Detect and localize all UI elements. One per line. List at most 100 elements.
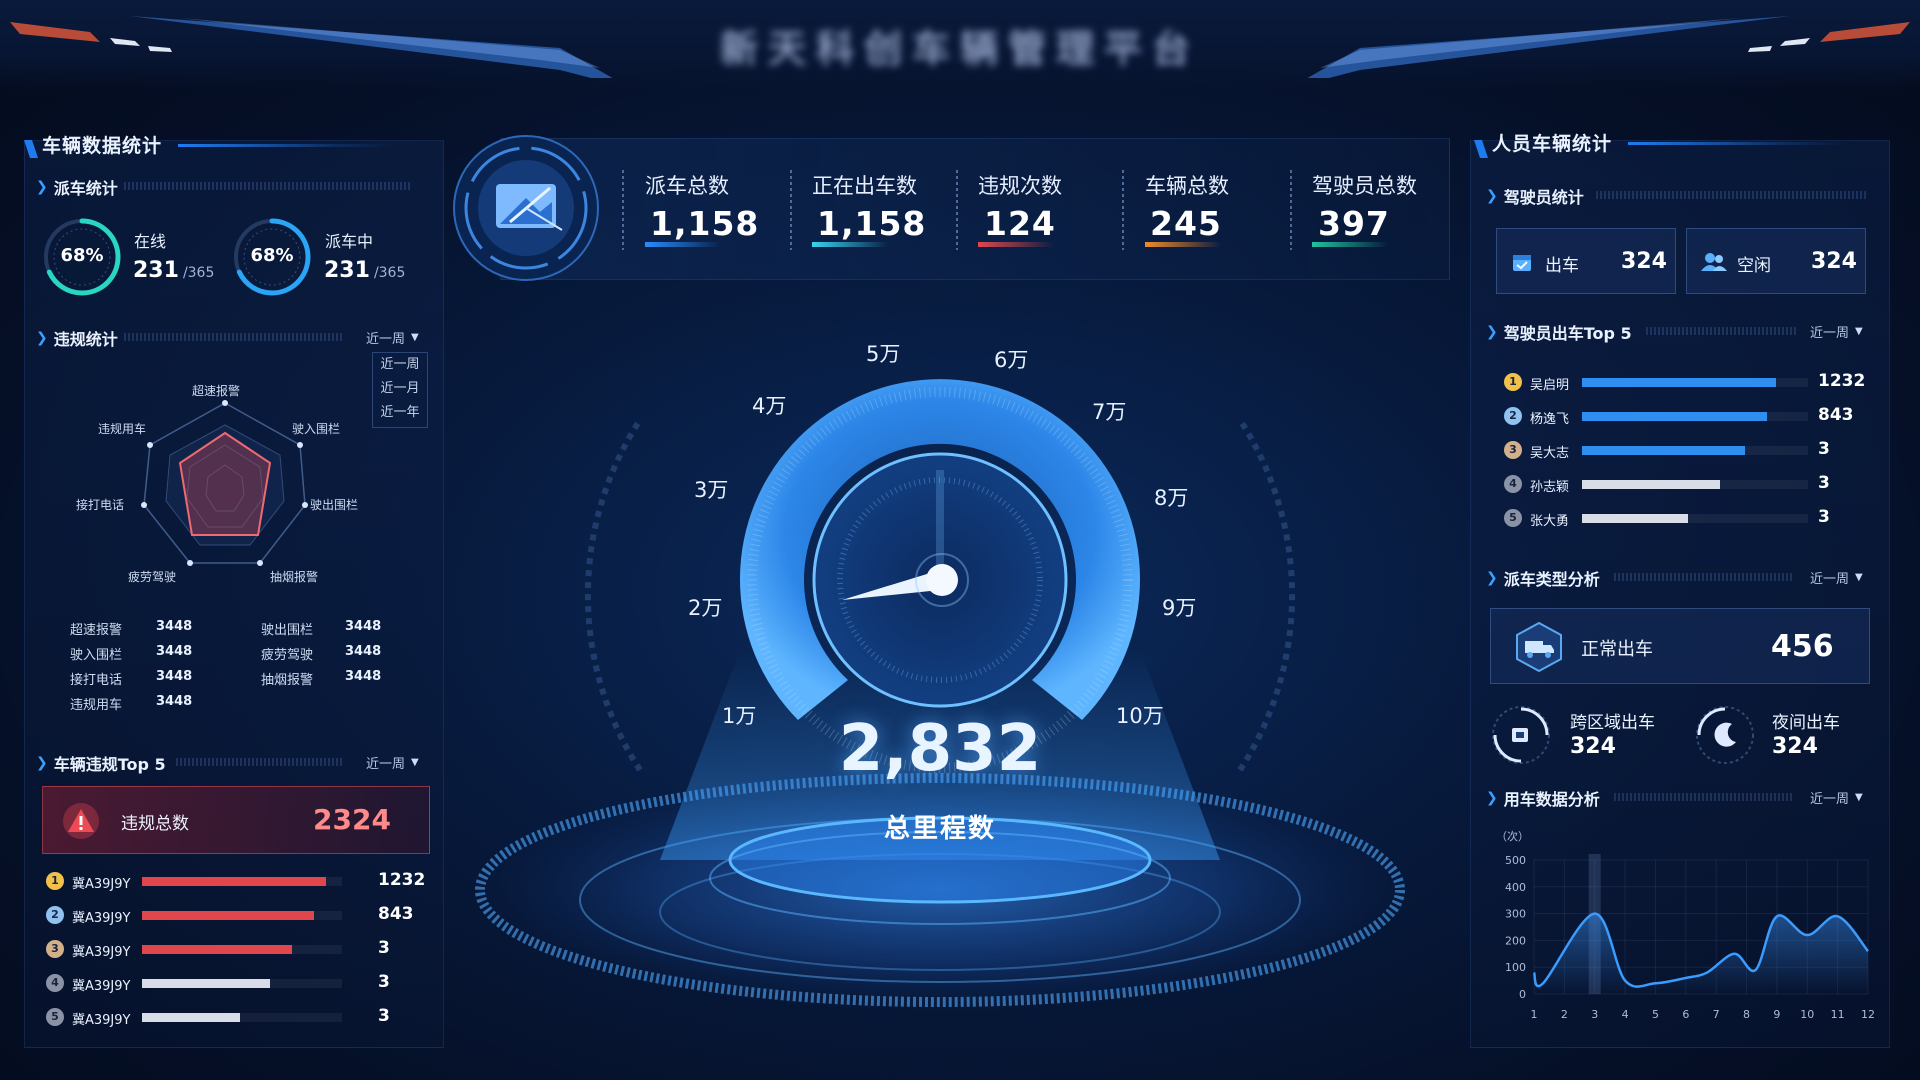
- stat-label: 车辆总数: [1145, 174, 1229, 198]
- stat-underline: [645, 242, 721, 247]
- mileage-gauge: [470, 379, 1410, 1010]
- radar-label-enter-fence: 驶入围栏: [292, 422, 341, 436]
- violation-range-menu: 近一周 近一月 近一年: [372, 352, 428, 428]
- chevron-right-icon: ❯: [1486, 324, 1498, 340]
- left-panel-title-marker: [24, 140, 38, 158]
- driver-top5-title: ❯ 驾驶员出车Top 5: [1486, 324, 1632, 343]
- bar-track: [1582, 378, 1808, 387]
- left-panel-title-line: [178, 144, 398, 147]
- bar-track: [142, 877, 342, 886]
- bar-fill: [142, 945, 292, 954]
- dispatch-stats-title: ❯ 派车统计: [36, 179, 118, 198]
- row-value: 3: [378, 972, 390, 992]
- violation-stats-title: ❯ 违规统计: [36, 330, 118, 349]
- violation-total-label: 违规总数: [121, 814, 189, 834]
- header: 新天科创车辆管理平台: [0, 0, 1920, 95]
- violation-stat-value: 3448: [345, 669, 382, 684]
- bar-track: [142, 945, 342, 954]
- calendar-check-icon: [1513, 255, 1531, 271]
- row-value: 3: [378, 1006, 390, 1026]
- users-icon: [1701, 253, 1727, 271]
- driver-stats-divider: [1596, 191, 1868, 199]
- driver-out-card: 出车 324: [1496, 228, 1676, 294]
- caret-down-icon: ▼: [1855, 326, 1863, 337]
- dispatch-type-divider: [1614, 573, 1794, 581]
- violation-stat-name: 疲劳驾驶: [261, 648, 314, 663]
- range-option-year[interactable]: 近一年: [373, 401, 427, 425]
- dispatch-type-range-dropdown[interactable]: 近一周 ▼: [1810, 568, 1863, 587]
- bar-fill: [1582, 412, 1768, 421]
- plate-number: 冀A39J9Y: [72, 1013, 131, 1028]
- driver-top5-range-dropdown[interactable]: 近一周 ▼: [1810, 322, 1863, 341]
- gauge-tick-label: 5万: [866, 342, 901, 366]
- driver-name: 吴启明: [1530, 378, 1570, 393]
- dispatch-type-title: ❯ 派车类型分析: [1486, 570, 1600, 589]
- normal-dispatch-card: 正常出车 456: [1490, 608, 1870, 684]
- stat-label: 驾驶员总数: [1312, 174, 1417, 198]
- gauge-tick-label: 4万: [752, 394, 787, 418]
- bar-track: [1582, 446, 1808, 455]
- rank-badge: 4: [1504, 475, 1522, 493]
- rank-badge: 2: [46, 906, 64, 924]
- y-tick-label: 200: [1505, 934, 1526, 947]
- vehicle-dashboard-icon: [453, 135, 599, 281]
- rank-badge: 1: [1504, 373, 1522, 391]
- usage-analysis-title: ❯ 用车数据分析: [1486, 790, 1600, 809]
- violation-stat-value: 3448: [156, 619, 193, 634]
- rank-badge: 2: [1504, 407, 1522, 425]
- x-tick-label: 9: [1773, 1008, 1780, 1021]
- chevron-right-icon: ❯: [1486, 188, 1498, 204]
- usage-analysis-divider: [1614, 793, 1794, 801]
- violation-stat-name: 驶出围栏: [261, 623, 314, 638]
- usage-area-chart: 50040030020010001 2 3 4 5 6 7 8 9 10 11 12: [1505, 854, 1875, 1021]
- row-value: 843: [1818, 405, 1854, 425]
- y-tick-label: 500: [1505, 854, 1526, 867]
- driver-name: 张大勇: [1530, 514, 1570, 529]
- driver-name: 吴大志: [1530, 446, 1570, 461]
- stat-separator: [1122, 170, 1124, 250]
- bar-fill: [1582, 446, 1745, 455]
- rank-badge: 3: [46, 940, 64, 958]
- rank-badge: 4: [46, 974, 64, 992]
- row-value: 3: [1818, 473, 1830, 493]
- bar-track: [1582, 480, 1808, 489]
- chevron-right-icon: ❯: [36, 330, 48, 346]
- stat-separator: [956, 170, 958, 250]
- x-tick-label: 10: [1800, 1008, 1814, 1021]
- gauge-tick-label: 6万: [994, 348, 1029, 372]
- right-panel-title: 人员车辆统计: [1492, 133, 1613, 155]
- row-value: 1232: [378, 870, 426, 890]
- usage-range-dropdown[interactable]: 近一周 ▼: [1810, 788, 1863, 807]
- caret-down-icon: ▼: [1855, 572, 1863, 583]
- x-tick-label: 6: [1682, 1008, 1689, 1021]
- violation-stat-name: 抽烟报警: [261, 673, 314, 688]
- caret-down-icon: ▼: [411, 757, 419, 768]
- vehicle-violation-range-dropdown[interactable]: 近一周 ▼: [366, 753, 419, 772]
- truck-icon: [1516, 621, 1562, 673]
- dispatching-value: 231/365: [324, 258, 406, 283]
- right-panel-title-line: [1628, 142, 1848, 145]
- summary-stats-strip: [500, 138, 1450, 280]
- bar-track: [142, 911, 342, 920]
- series-area: [1534, 913, 1868, 994]
- range-option-week[interactable]: 近一周: [373, 353, 427, 377]
- violation-stat-name: 违规用车: [70, 698, 123, 713]
- row-value: 1232: [1818, 371, 1866, 391]
- radar-label-exit-fence: 驶出围栏: [310, 498, 359, 512]
- violation-stats-divider: [124, 333, 344, 341]
- range-option-month[interactable]: 近一月: [373, 377, 427, 401]
- normal-dispatch-label: 正常出车: [1581, 639, 1653, 660]
- x-tick-label: 5: [1652, 1008, 1659, 1021]
- y-tick-label: 400: [1505, 881, 1526, 894]
- row-value: 3: [1818, 507, 1830, 527]
- stat-value: 1,158: [650, 204, 760, 243]
- violation-stat-name: 超速报警: [70, 623, 123, 638]
- gauge-tick-label: 2万: [688, 596, 723, 620]
- total-mileage-value: 2,832: [838, 712, 1042, 786]
- chevron-right-icon: ❯: [36, 755, 48, 771]
- x-tick-label: 1: [1531, 1008, 1538, 1021]
- violation-stat-value: 3448: [345, 619, 382, 634]
- stat-underline: [1312, 242, 1388, 247]
- violation-range-dropdown[interactable]: 近一周 ▼: [366, 328, 419, 347]
- rank-badge: 3: [1504, 441, 1522, 459]
